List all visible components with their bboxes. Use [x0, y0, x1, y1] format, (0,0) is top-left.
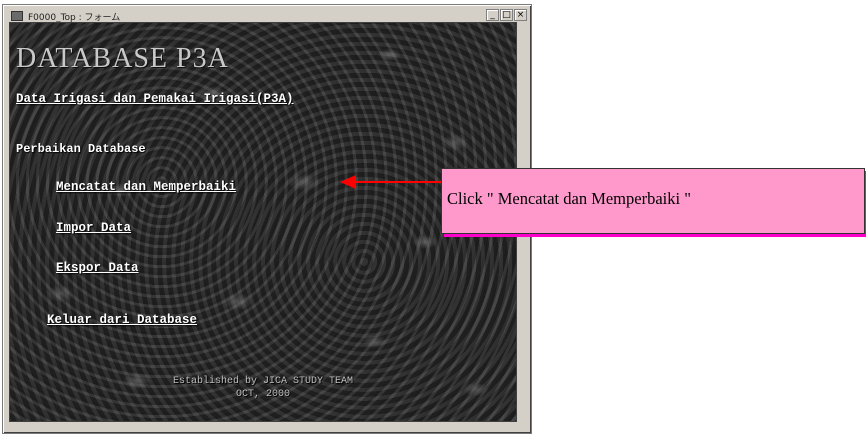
maximize-button[interactable]: □: [500, 9, 513, 21]
keluar-dari-database-link[interactable]: Keluar dari Database: [47, 313, 197, 327]
window-controls: _ □ ×: [486, 9, 527, 21]
established-line: Established by JICA STUDY TEAM: [172, 376, 354, 387]
instruction-text: Click " Mencatat dan Memperbaiki ": [447, 189, 691, 208]
window-title: F0000_Top : フォーム: [28, 12, 121, 23]
impor-data-link[interactable]: Impor Data: [56, 221, 131, 235]
data-irigasi-link[interactable]: Data Irigasi dan Pemakai Irigasi(P3A): [16, 92, 294, 106]
close-button[interactable]: ×: [514, 9, 527, 21]
minimize-button[interactable]: _: [486, 9, 499, 21]
red-arrow-left-icon: [340, 175, 442, 189]
perbaikan-database-label: Perbaikan Database: [16, 142, 146, 156]
window-bottom-strip: [9, 422, 517, 428]
ekspor-data-link[interactable]: Ekspor Data: [56, 261, 139, 275]
established-date: OCT, 2000: [235, 389, 290, 400]
database-title: DATABASE P3A: [16, 43, 229, 74]
instruction-callout: Click " Mencatat dan Memperbaiki ": [441, 168, 865, 234]
mencatat-dan-memperbaiki-link[interactable]: Mencatat dan Memperbaiki: [56, 180, 236, 194]
established-credit: Established by JICA STUDY TEAM OCT, 2000: [10, 375, 516, 401]
form-window-icon: [11, 11, 23, 21]
